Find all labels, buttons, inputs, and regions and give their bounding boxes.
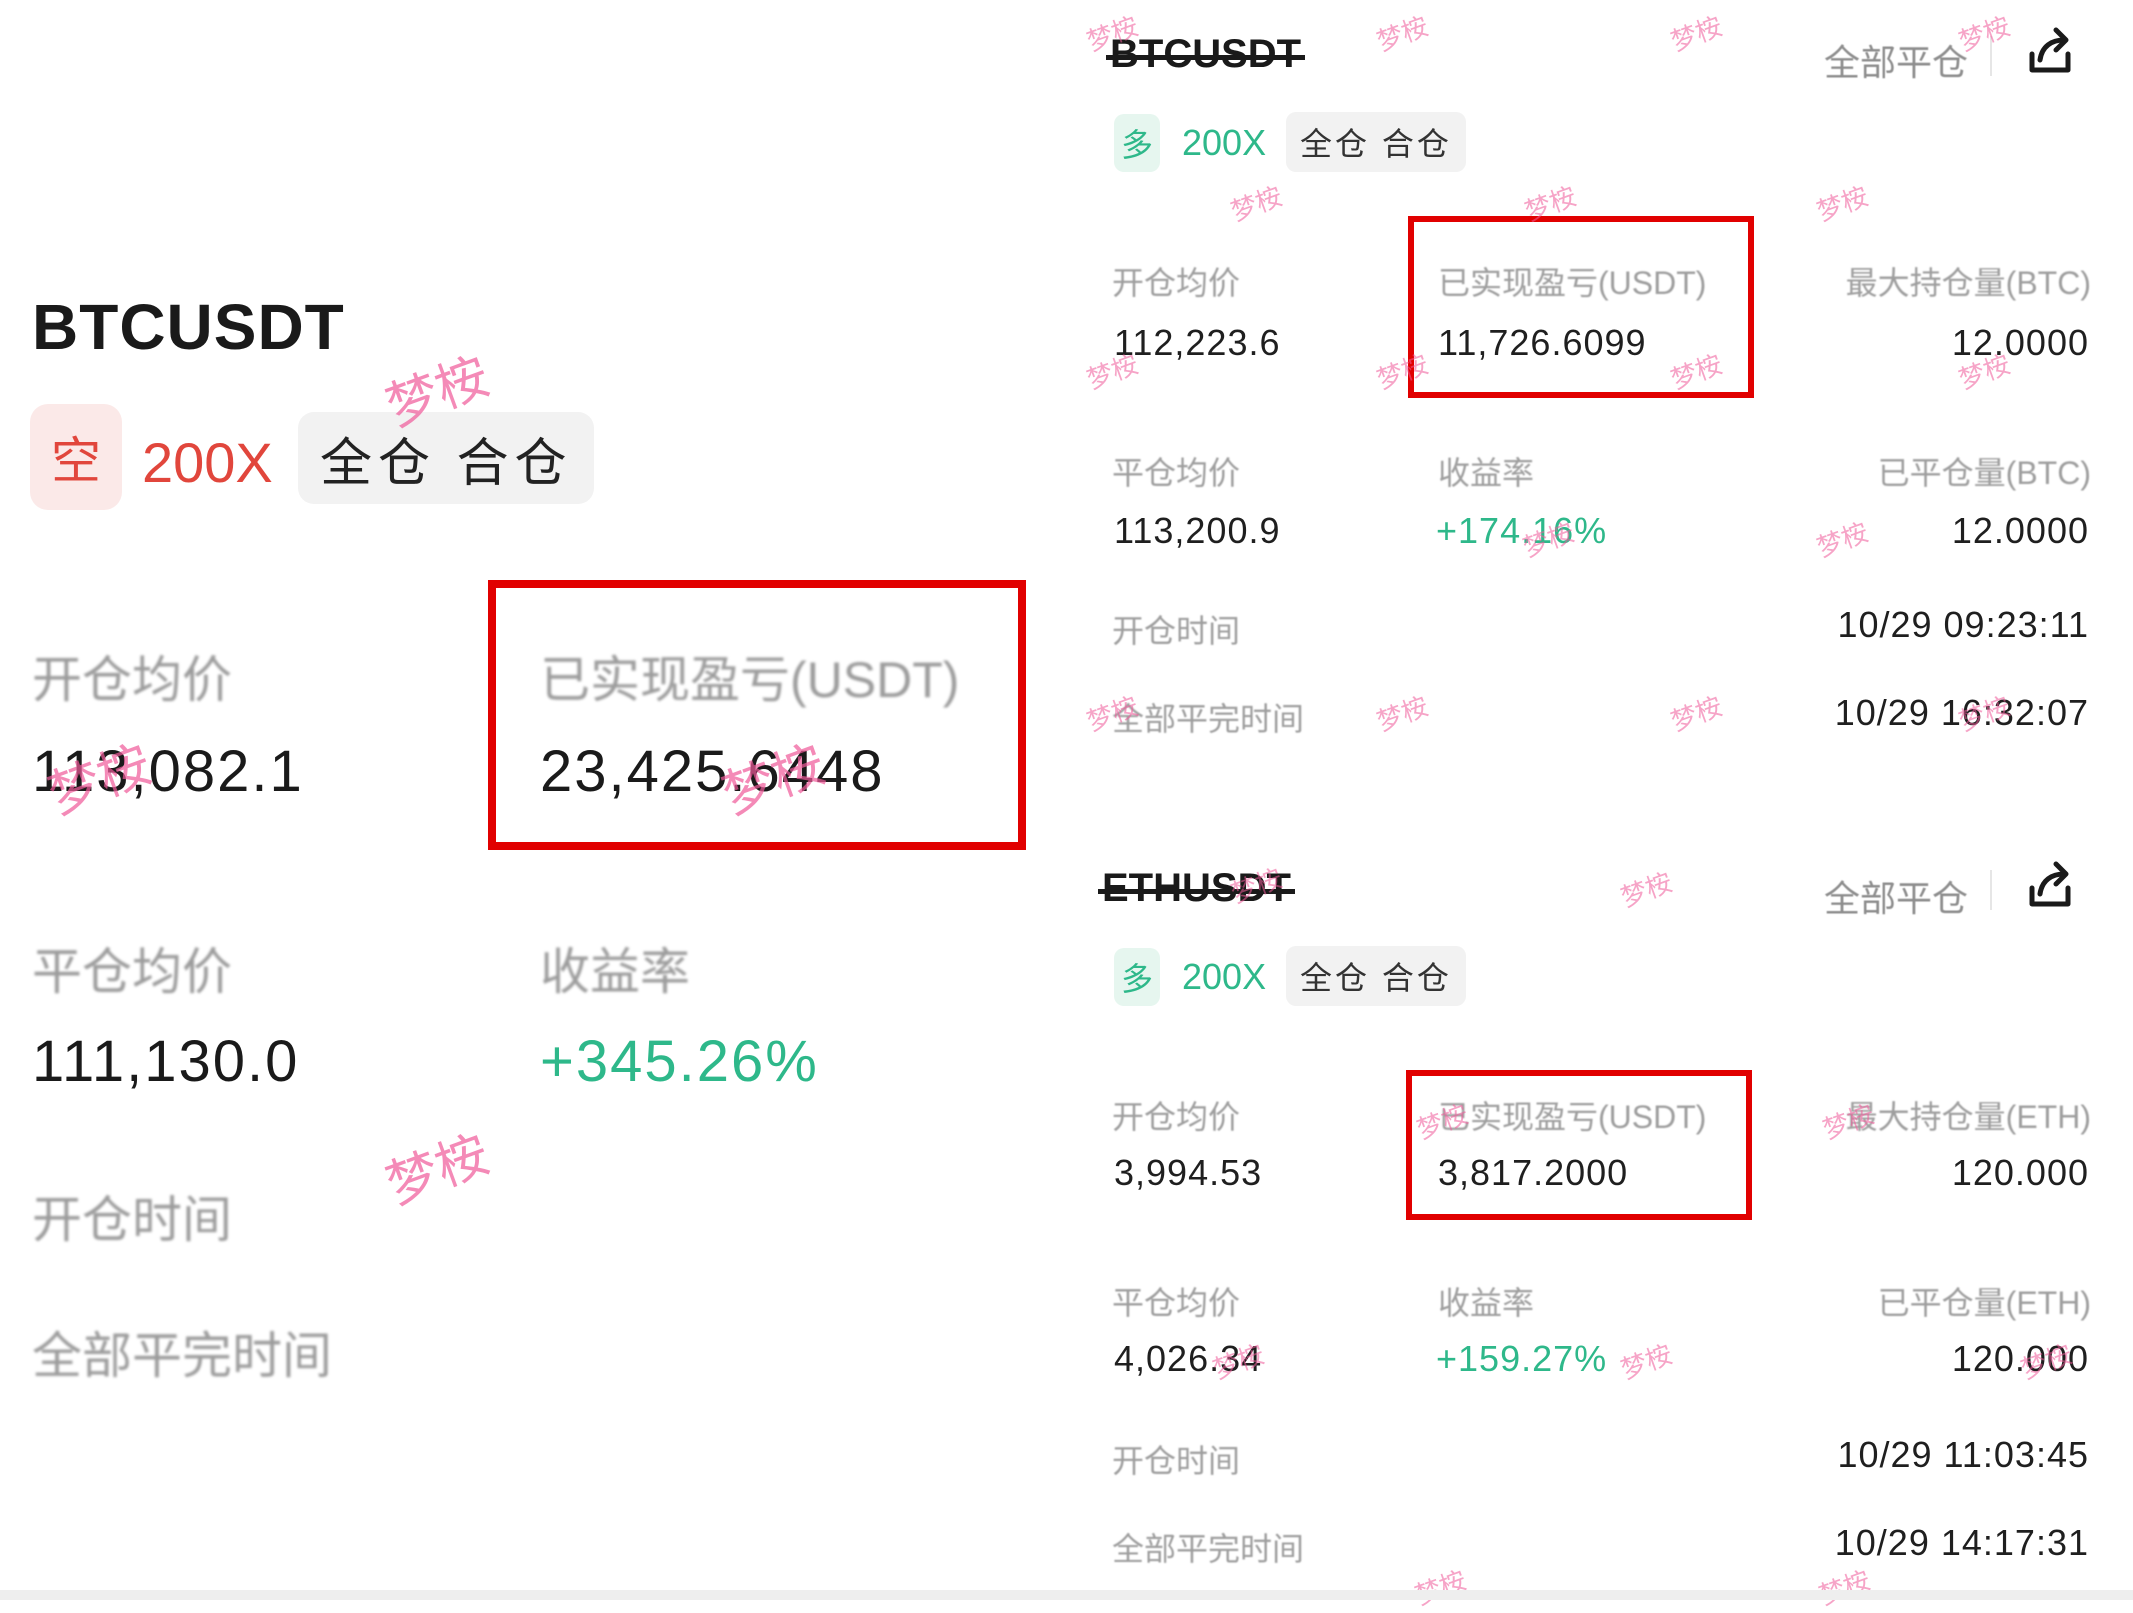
watermark: 梦桉 — [1813, 517, 1873, 564]
open-avg-value: 113,082.1 — [32, 739, 304, 804]
closed-qty-value: 12.0000 — [1951, 510, 2089, 551]
close-avg-label: 平仓均价 — [1112, 1285, 1241, 1321]
close-time-label: 全部平完时间 — [1112, 1531, 1305, 1567]
watermark: 梦桉 — [1227, 181, 1287, 228]
realized-pnl-label: 已实现盈亏(USDT) — [1438, 1099, 1707, 1135]
realized-pnl-label: 已实现盈亏(USDT) — [540, 652, 960, 708]
open-avg-label: 开仓均价 — [32, 652, 232, 708]
side-badge: 空 — [30, 404, 122, 510]
close-avg-value: 113,200.9 — [1114, 510, 1281, 551]
watermark: 梦桉 — [1617, 1339, 1677, 1386]
realized-pnl-value: 3,817.2000 — [1438, 1152, 1629, 1193]
open-time-label: 开仓时间 — [32, 1192, 232, 1248]
max-position-label: 最大持仓量(ETH) — [1845, 1099, 2091, 1135]
closed-qty-label: 已平仓量(BTC) — [1877, 455, 2091, 491]
open-time-value: 10/29 09:23:11 — [1837, 604, 2089, 645]
leverage-label: 200X — [142, 431, 273, 494]
realized-pnl-value: 11,726.6099 — [1438, 322, 1647, 363]
margin-mode-tag: 全仓 合仓 — [1286, 112, 1466, 172]
symbol-title: BTCUSDT — [1106, 32, 1306, 77]
close-avg-value: 111,130.0 — [32, 1029, 300, 1094]
roi-label: 收益率 — [1438, 455, 1535, 491]
watermark: 梦桉 — [1815, 1565, 1875, 1612]
roi-value: +345.26% — [540, 1029, 819, 1094]
roi-label: 收益率 — [540, 944, 690, 1000]
realized-pnl-label: 已实现盈亏(USDT) — [1438, 265, 1707, 301]
open-time-label: 开仓时间 — [1112, 1443, 1241, 1479]
watermark: 梦桉 — [1813, 181, 1873, 228]
realized-pnl-value: 23,425.6448 — [540, 739, 885, 804]
close-all-button[interactable]: 全部平仓 — [1824, 870, 1968, 922]
watermark: 梦桉 — [378, 1124, 498, 1217]
open-avg-value: 112,223.6 — [1114, 322, 1281, 363]
separator — [1990, 870, 1992, 910]
closed-qty-label: 已平仓量(ETH) — [1877, 1285, 2091, 1321]
close-avg-label: 平仓均价 — [32, 944, 232, 1000]
close-avg-label: 平仓均价 — [1112, 455, 1241, 491]
watermark: 梦桉 — [1617, 867, 1677, 914]
leverage-label: 200X — [1182, 122, 1267, 163]
symbol-title: BTCUSDT — [32, 291, 345, 363]
leverage-label: 200X — [1182, 956, 1267, 997]
close-time-value: 10/29 14:17:31 — [1834, 1522, 2089, 1563]
open-avg-value: 3,994.53 — [1114, 1152, 1263, 1193]
watermark: 梦桉 — [1373, 11, 1433, 58]
side-badge: 多 — [1114, 948, 1160, 1006]
watermark: 梦桉 — [1411, 1565, 1471, 1612]
watermark: 梦桉 — [1667, 11, 1727, 58]
separator — [1990, 36, 1992, 76]
open-avg-label: 开仓均价 — [1112, 1099, 1241, 1135]
share-icon[interactable] — [2022, 24, 2078, 80]
roi-value: +174.16% — [1436, 510, 1608, 551]
max-position-value: 12.0000 — [1951, 322, 2089, 363]
symbol-title: ETHUSDT — [1098, 866, 1295, 911]
close-time-label: 全部平完时间 — [1112, 701, 1305, 737]
highlight-box — [1408, 216, 1754, 398]
close-time-label: 全部平完时间 — [32, 1328, 332, 1384]
bottom-edge — [0, 1590, 2133, 1600]
closed-qty-value: 120.000 — [1951, 1338, 2089, 1379]
roi-value: +159.27% — [1436, 1338, 1608, 1379]
roi-label: 收益率 — [1438, 1285, 1535, 1321]
highlight-box — [488, 580, 1026, 850]
open-avg-label: 开仓均价 — [1112, 265, 1241, 301]
panel-divider — [1058, 0, 1060, 1600]
max-position-value: 120.000 — [1951, 1152, 2089, 1193]
margin-mode-tag: 全仓 合仓 — [298, 412, 595, 504]
share-icon[interactable] — [2022, 858, 2078, 914]
watermark: 梦桉 — [1373, 691, 1433, 738]
side-badge: 多 — [1114, 114, 1160, 172]
margin-mode-tag: 全仓 合仓 — [1286, 946, 1466, 1006]
close-avg-value: 4,026.34 — [1114, 1338, 1263, 1379]
close-all-button[interactable]: 全部平仓 — [1824, 34, 1968, 86]
close-time-value: 10/29 16:32:07 — [1834, 692, 2089, 733]
open-time-label: 开仓时间 — [1112, 613, 1241, 649]
open-time-value: 10/29 11:03:45 — [1837, 1434, 2089, 1475]
watermark: 梦桉 — [1667, 691, 1727, 738]
max-position-label: 最大持仓量(BTC) — [1845, 265, 2091, 301]
